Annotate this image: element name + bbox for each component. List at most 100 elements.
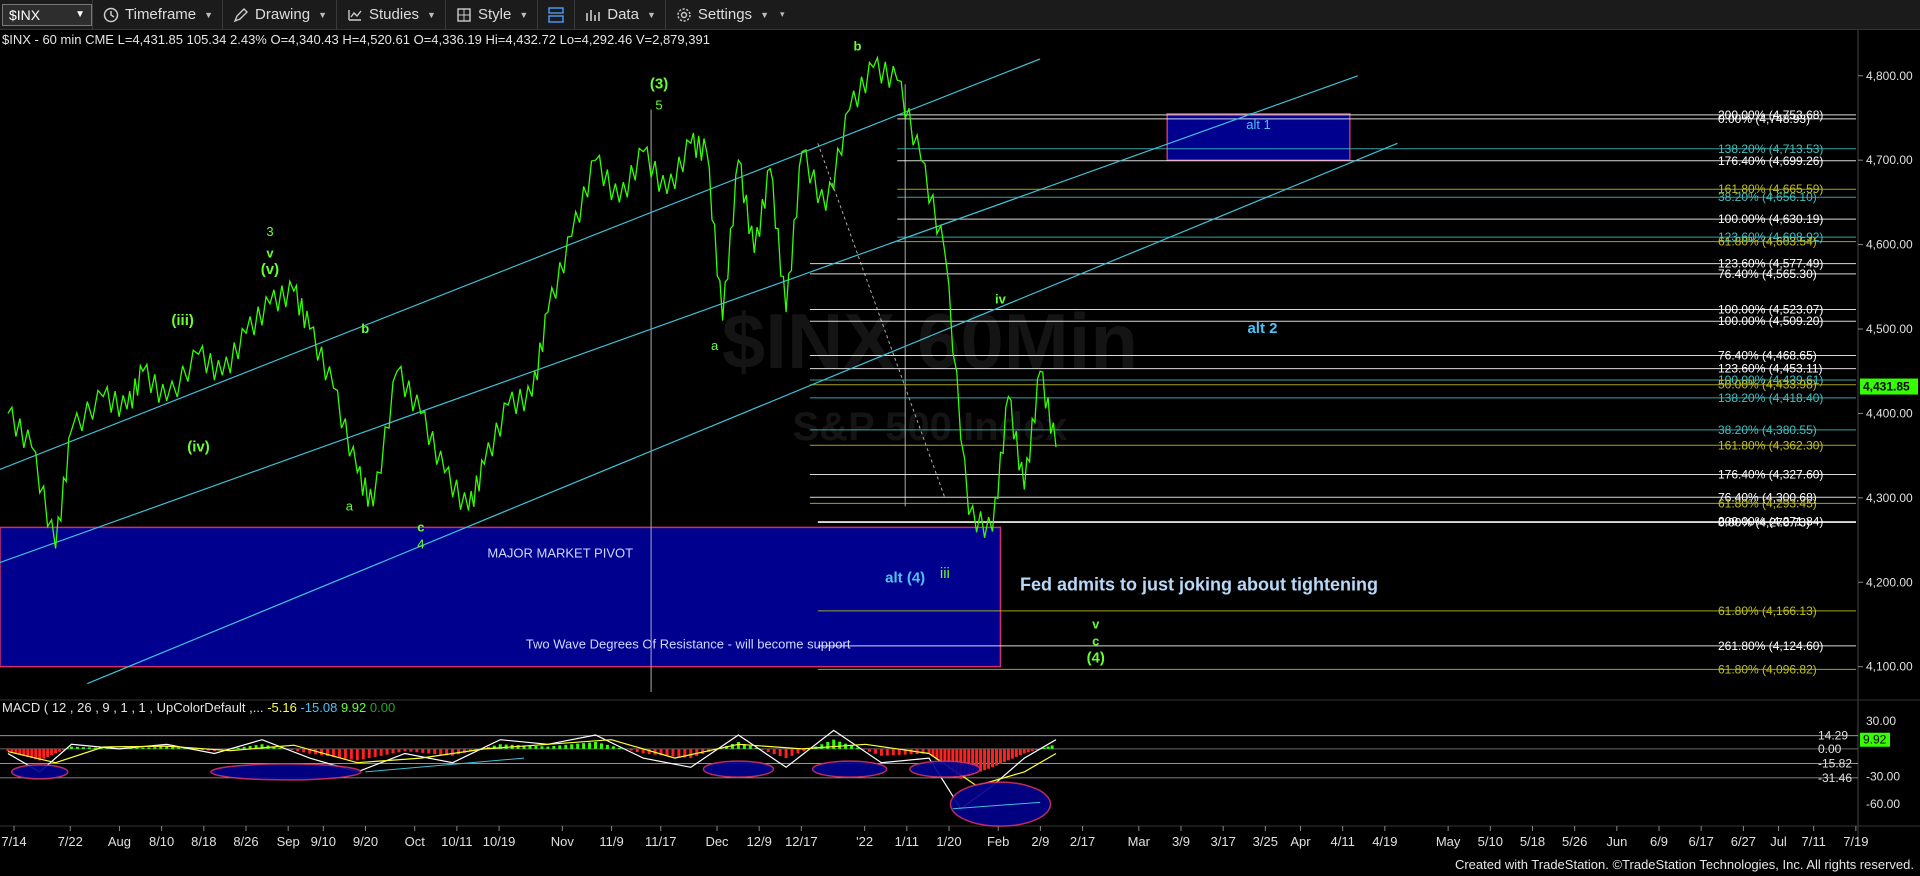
time-axis-label: 4/11 bbox=[1330, 834, 1354, 849]
wave-label: alt 2 bbox=[1247, 320, 1277, 337]
layout-icon bbox=[547, 6, 565, 24]
wave-label: (iv) bbox=[187, 438, 210, 455]
time-axis-label: 6/17 bbox=[1689, 834, 1714, 849]
time-axis-label: 5/18 bbox=[1520, 834, 1545, 849]
fib-level-label: 61.80% (4,293.45) bbox=[1718, 496, 1817, 510]
divergence-ellipse bbox=[702, 760, 775, 778]
time-axis-label: '22 bbox=[856, 834, 873, 849]
macd-value-4: 0.00 bbox=[369, 700, 396, 715]
wave-label: Fed admits to just joking about tighteni… bbox=[1020, 575, 1378, 595]
wave-label: (v) bbox=[261, 261, 279, 278]
data-button[interactable]: Data ▼ bbox=[574, 0, 665, 30]
time-axis-label: 8/18 bbox=[191, 834, 216, 849]
wave-label: (4) bbox=[1087, 649, 1105, 666]
fib-level-label: 50.00% (4,433.98) bbox=[1718, 378, 1817, 392]
time-axis-label: Oct bbox=[405, 834, 426, 849]
studies-icon bbox=[346, 6, 364, 24]
time-axis-label: Jun bbox=[1606, 834, 1627, 849]
style-label: Style bbox=[477, 6, 512, 23]
fib-level-label: 100.00% (4,509.20) bbox=[1718, 314, 1823, 328]
data-icon bbox=[584, 6, 602, 24]
fib-level-label: 76.40% (4,468.65) bbox=[1718, 348, 1817, 362]
macd-axis-label: 30.00 bbox=[1866, 714, 1896, 728]
time-axis-label: 7/14 bbox=[1, 834, 26, 849]
fib-level-label: 100.00% (4,630.19) bbox=[1718, 212, 1823, 226]
caret-down-icon: ▼ bbox=[318, 9, 327, 20]
time-axis-label: 8/26 bbox=[233, 834, 258, 849]
time-axis-label: 1/11 bbox=[895, 834, 919, 849]
macd-axis-label: -31.46 bbox=[1818, 771, 1852, 785]
toolbar: $INX ▼ Timeframe ▼ Drawing ▼ Studies ▼ S… bbox=[0, 0, 1920, 30]
macd-axis-label: -15.82 bbox=[1818, 756, 1852, 770]
fib-level-label: 76.40% (4,565.30) bbox=[1718, 267, 1817, 281]
fib-level-label: 38.20% (4,656.10) bbox=[1718, 190, 1817, 204]
watermark-name: S&P 500 Index bbox=[793, 405, 1068, 449]
drawing-label: Drawing bbox=[255, 6, 311, 23]
wave-label: alt (4) bbox=[885, 569, 925, 586]
style-button[interactable]: Style ▼ bbox=[444, 0, 537, 30]
time-axis-label: 7/19 bbox=[1843, 834, 1868, 849]
wave-label: (iii) bbox=[171, 312, 194, 329]
symbol-selector[interactable]: $INX ▼ bbox=[2, 3, 92, 26]
last-price-label: 4,431.85 bbox=[1863, 380, 1910, 394]
drawing-button[interactable]: Drawing ▼ bbox=[222, 0, 336, 30]
symbol-text: $INX bbox=[9, 6, 41, 23]
fib-level-label: 138.20% (4,418.40) bbox=[1718, 391, 1823, 405]
wave-label: v bbox=[266, 245, 274, 260]
price-axis-label: 4,200.00 bbox=[1866, 575, 1913, 589]
price-chart[interactable]: $INX 60Min S&P 500 Index MAJOR MARKET PIVO… bbox=[0, 30, 1920, 876]
price-axis-label: 4,600.00 bbox=[1866, 238, 1913, 252]
price-axis-label: 4,100.00 bbox=[1866, 660, 1913, 674]
zone-box-label: MAJOR MARKET PIVOT bbox=[487, 545, 633, 560]
timeframe-button[interactable]: Timeframe ▼ bbox=[92, 0, 222, 30]
caret-down-icon: ▼ bbox=[646, 9, 656, 20]
settings-button[interactable]: Settings ▼ ▾ bbox=[664, 0, 794, 30]
macd-value-3: 9.92 bbox=[340, 700, 367, 715]
macd-axis-label: 9.92 bbox=[1863, 733, 1887, 747]
caret-down-icon: ▼ bbox=[760, 9, 769, 20]
fib-level-label: 176.40% (4,327.60) bbox=[1718, 468, 1823, 482]
time-axis-label: Nov bbox=[551, 834, 575, 849]
time-axis-label: 10/19 bbox=[483, 834, 516, 849]
time-axis-label: 3/9 bbox=[1172, 834, 1190, 849]
time-axis-label: 11/9 bbox=[599, 834, 623, 849]
wave-label: iii bbox=[940, 565, 950, 582]
studies-label: Studies bbox=[369, 6, 420, 23]
divergence-ellipse bbox=[10, 764, 69, 780]
time-axis-label: 3/25 bbox=[1253, 834, 1278, 849]
clock-icon bbox=[102, 6, 120, 24]
wave-label: 5 bbox=[655, 98, 662, 113]
chevron-down-icon: ▼ bbox=[75, 9, 85, 20]
divergence-ellipse bbox=[949, 781, 1052, 827]
studies-button[interactable]: Studies ▼ bbox=[336, 0, 445, 30]
layout-button[interactable] bbox=[537, 0, 574, 30]
wave-label: c bbox=[417, 520, 424, 535]
wave-label: v bbox=[1092, 617, 1100, 632]
gear-icon bbox=[675, 6, 693, 24]
time-axis-label: 3/17 bbox=[1211, 834, 1236, 849]
timeframe-label: Timeframe bbox=[125, 6, 197, 23]
time-axis-label: Apr bbox=[1290, 834, 1311, 849]
copyright-footer: Created with TradeStation. ©TradeStation… bbox=[1454, 857, 1914, 872]
fib-level-label: 261.80% (4,124.60) bbox=[1718, 639, 1823, 653]
fib-level-label: 161.80% (4,362.30) bbox=[1718, 438, 1823, 452]
macd-label: MACD ( 12 , 26 , 9 , 1 , 1 , UpColorDefa… bbox=[2, 700, 264, 715]
watermark-symbol: $INX 60Min bbox=[722, 297, 1138, 385]
fib-level-label: 61.80% (4,096.82) bbox=[1718, 662, 1817, 676]
wave-label: 4 bbox=[417, 536, 424, 551]
price-series-line bbox=[991, 370, 1057, 532]
time-axis-label: 12/9 bbox=[747, 834, 772, 849]
wave-label: 3 bbox=[266, 224, 273, 239]
time-axis-label: 12/17 bbox=[785, 834, 818, 849]
time-axis-label: 1/20 bbox=[936, 834, 961, 849]
caret-down-icon: ▾ bbox=[779, 9, 785, 19]
time-axis-label: Aug bbox=[108, 834, 131, 849]
fib-level-label: 61.80% (4,166.13) bbox=[1718, 604, 1817, 618]
divergence-ellipse bbox=[909, 760, 981, 778]
price-axis-label: 4,500.00 bbox=[1866, 322, 1913, 336]
time-axis-label: Mar bbox=[1128, 834, 1151, 849]
wave-label: (3) bbox=[650, 75, 668, 92]
macd-header: MACD ( 12 , 26 , 9 , 1 , 1 , UpColorDefa… bbox=[2, 700, 395, 715]
fib-level-label: 38.20% (4,380.55) bbox=[1718, 423, 1817, 437]
macd-signal-line bbox=[7, 739, 1057, 787]
